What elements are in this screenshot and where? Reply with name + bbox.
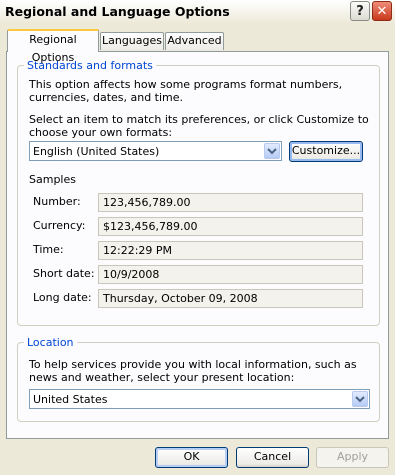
sample-number-value: 123,456,789.00 xyxy=(103,196,191,209)
ok-button[interactable]: OK xyxy=(155,447,228,468)
format-select-value: English (United States) xyxy=(33,145,160,158)
question-icon: ? xyxy=(356,4,364,19)
sample-currency-value: $123,456,789.00 xyxy=(103,220,198,233)
standards-instruction: Select an item to match its preferences,… xyxy=(29,113,369,139)
close-icon: ✕ xyxy=(376,4,388,19)
samples-label: Samples xyxy=(29,173,76,186)
tab-label: Languages xyxy=(101,34,163,47)
apply-label: Apply xyxy=(336,450,369,463)
dropdown-arrow-button[interactable] xyxy=(352,391,368,407)
location-legend: Location xyxy=(24,336,77,349)
tab-advanced[interactable]: Advanced xyxy=(165,32,224,50)
regional-options-panel: Standards and formats This option affect… xyxy=(6,51,389,439)
sample-short-date-label: Short date: xyxy=(33,267,95,280)
sample-long-date-value: Thursday, October 09, 2008 xyxy=(103,292,258,305)
format-select[interactable]: English (United States) xyxy=(29,141,282,161)
tab-label: Advanced xyxy=(167,34,222,47)
sample-currency-field: $123,456,789.00 xyxy=(98,217,363,236)
sample-short-date-field: 10/9/2008 xyxy=(98,265,363,284)
sample-long-date-field: Thursday, October 09, 2008 xyxy=(98,289,363,308)
tab-label: Regional Options xyxy=(29,33,77,64)
window-title: Regional and Language Options xyxy=(5,4,230,19)
sample-short-date-value: 10/9/2008 xyxy=(103,268,160,281)
apply-button[interactable]: Apply xyxy=(316,447,389,468)
customize-button[interactable]: Customize... xyxy=(289,141,363,162)
chevron-down-icon xyxy=(355,396,365,403)
location-select[interactable]: United States xyxy=(29,389,370,409)
sample-time-value: 12:22:29 PM xyxy=(103,244,173,257)
location-description: To help services provide you with local … xyxy=(29,358,357,384)
help-button[interactable]: ? xyxy=(350,1,370,21)
tab-regional-options[interactable]: Regional Options xyxy=(7,29,99,64)
sample-long-date-label: Long date: xyxy=(33,291,92,304)
ok-label: OK xyxy=(183,450,200,463)
sample-time-field: 12:22:29 PM xyxy=(98,241,363,260)
cancel-label: Cancel xyxy=(253,450,292,463)
customize-label: Customize... xyxy=(291,144,361,157)
sample-number-field: 123,456,789.00 xyxy=(98,193,363,212)
sample-currency-label: Currency: xyxy=(33,219,86,232)
chevron-down-icon xyxy=(267,148,277,155)
sample-time-label: Time: xyxy=(33,243,64,256)
title-bar: Regional and Language Options ? ✕ xyxy=(0,0,395,24)
close-button[interactable]: ✕ xyxy=(372,1,392,21)
location-select-value: United States xyxy=(33,393,108,406)
standards-description: This option affects how some programs fo… xyxy=(29,78,343,104)
cancel-button[interactable]: Cancel xyxy=(236,447,309,468)
dropdown-arrow-button[interactable] xyxy=(264,143,280,159)
sample-number-label: Number: xyxy=(33,195,81,208)
tab-languages[interactable]: Languages xyxy=(100,32,164,50)
